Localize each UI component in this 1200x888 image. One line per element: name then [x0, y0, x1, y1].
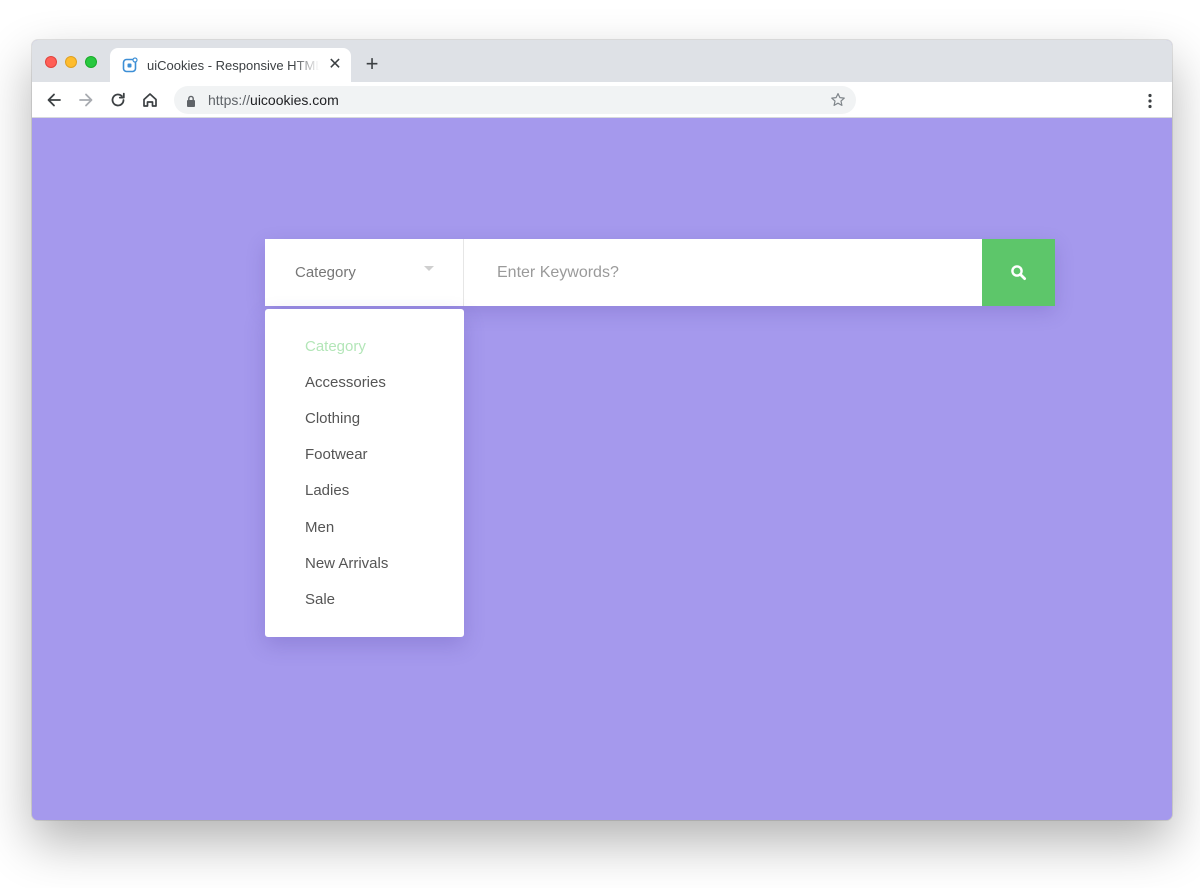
category-dropdown-menu: Category Accessories Clothing Footwear L…: [265, 309, 464, 637]
back-arrow-icon[interactable]: [44, 90, 64, 110]
reload-icon[interactable]: [108, 90, 128, 110]
browser-menu-icon[interactable]: [1140, 91, 1160, 111]
dropdown-item-clothing[interactable]: Clothing: [305, 409, 360, 429]
dropdown-item-ladies[interactable]: Ladies: [305, 481, 349, 501]
page-content: Category Category Accessories Clothing F…: [32, 118, 1172, 820]
tab-uicookies[interactable]: uiCookies - Responsive HTML ✕: [110, 48, 351, 82]
home-icon[interactable]: [140, 90, 160, 110]
forward-arrow-icon[interactable]: [76, 90, 96, 110]
url-host: uicookies.com: [250, 92, 339, 108]
dropdown-item-accessories[interactable]: Accessories: [305, 373, 386, 393]
lock-icon: [186, 94, 196, 107]
caret-down-icon: [424, 266, 434, 271]
tab-close-icon[interactable]: ✕: [327, 57, 343, 73]
address-bar[interactable]: https://uicookies.com: [174, 86, 856, 114]
new-tab-plus-icon[interactable]: +: [363, 53, 381, 75]
minimize-window-button[interactable]: [65, 56, 77, 68]
category-select[interactable]: Category: [265, 239, 464, 306]
search-bar: Category: [265, 239, 1055, 306]
bookmark-star-icon[interactable]: [830, 92, 846, 108]
close-window-button[interactable]: [45, 56, 57, 68]
url-text: https://uicookies.com: [208, 91, 339, 109]
tab-title: uiCookies - Responsive HTML: [147, 57, 319, 75]
maximize-window-button[interactable]: [85, 56, 97, 68]
dropdown-item-new-arrivals[interactable]: New Arrivals: [305, 554, 388, 574]
dropdown-item-sale[interactable]: Sale: [305, 590, 335, 610]
uicookies-favicon-icon: [122, 57, 138, 73]
dropdown-item-footwear[interactable]: Footwear: [305, 445, 368, 465]
browser-toolbar: https://uicookies.com: [32, 82, 1172, 118]
dropdown-item-category[interactable]: Category: [305, 337, 366, 357]
tab-strip: uiCookies - Responsive HTML ✕ +: [32, 40, 1172, 82]
search-button[interactable]: [982, 239, 1055, 306]
keyword-input[interactable]: [464, 239, 982, 306]
dropdown-item-men[interactable]: Men: [305, 518, 334, 538]
search-icon: [1011, 265, 1026, 280]
category-select-label: Category: [295, 264, 356, 281]
url-scheme: https://: [208, 92, 251, 108]
browser-window: uiCookies - Responsive HTML ✕ + https://…: [32, 40, 1172, 820]
